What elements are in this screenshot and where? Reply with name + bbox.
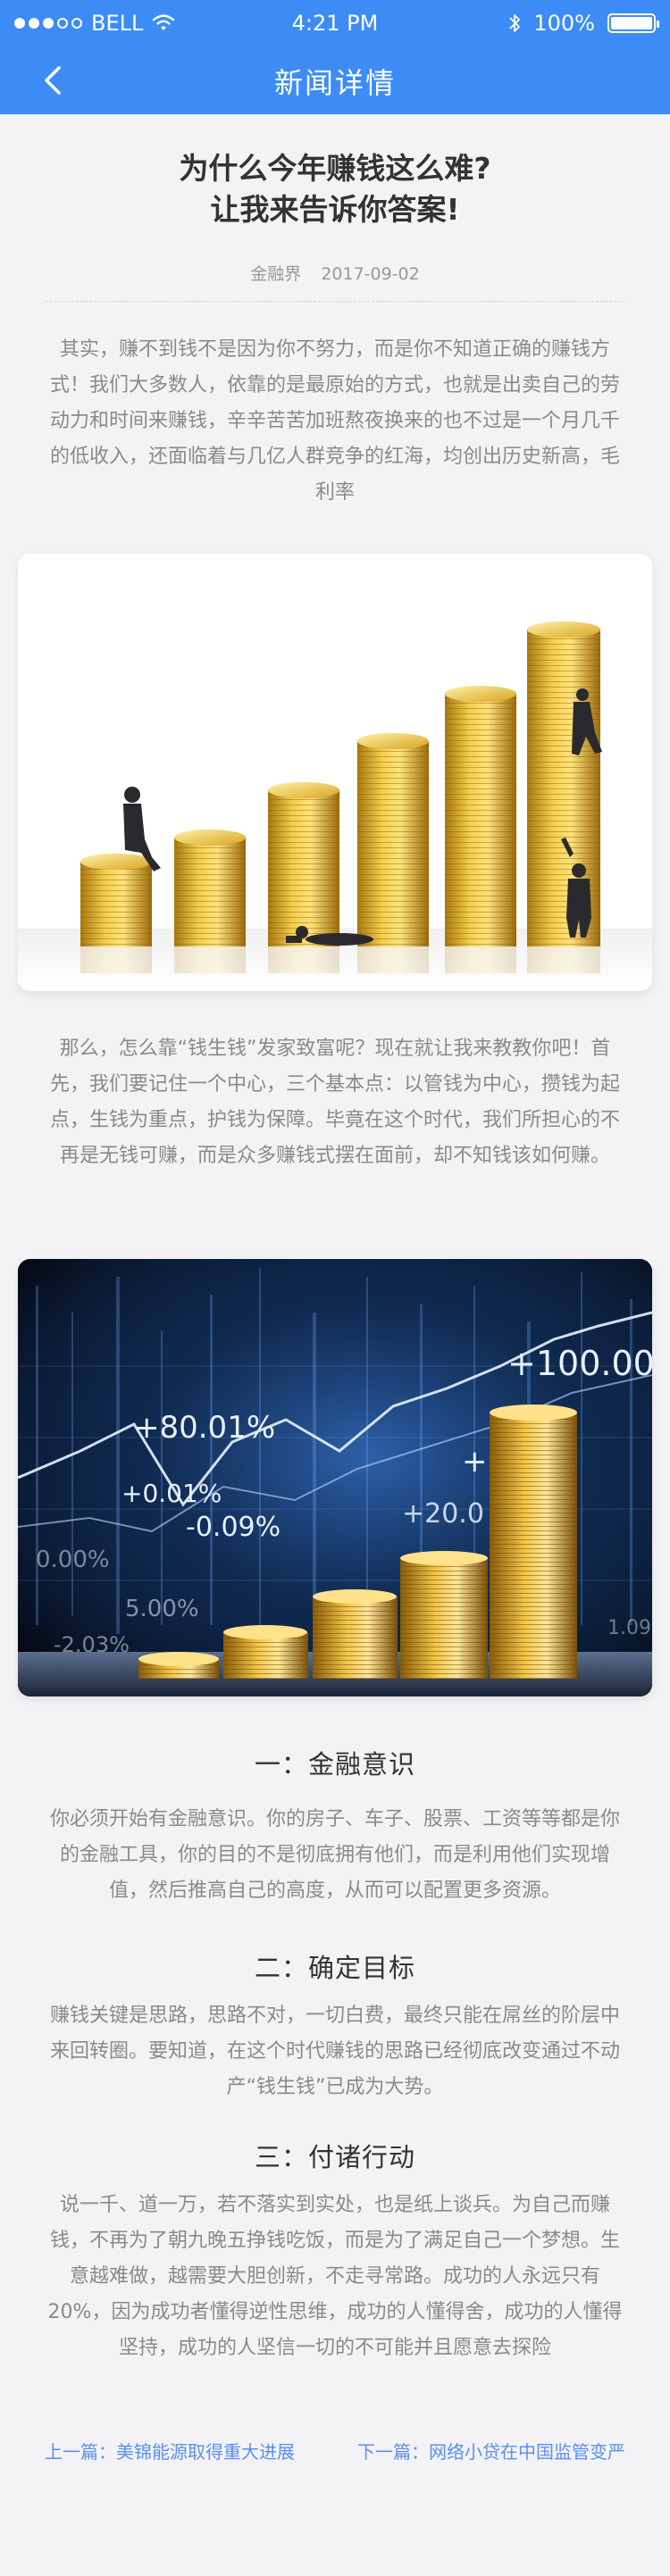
battery-icon — [607, 13, 659, 33]
article-meta: 金融界 2017-09-02 — [0, 261, 670, 285]
article-title: 为什么今年赚钱这么难? 让我来告诉你答案! — [0, 148, 670, 230]
chart-label: 1.09 — [607, 1617, 651, 1639]
chart-label: -0.09% — [186, 1512, 281, 1543]
finance-chart-coins-image: +100.00% +80.01% +5 +0.01% -0.09% +20.0 … — [18, 1259, 652, 1696]
article-title-line2: 让我来告诉你答案! — [210, 192, 460, 227]
bluetooth-icon — [509, 14, 521, 32]
section-title-1: 一：金融意识 — [254, 1749, 415, 1780]
article-title-line1: 为什么今年赚钱这么难? — [179, 151, 491, 186]
chart-label: +100.00% — [507, 1344, 652, 1383]
article-intro: 其实，赚不到钱不是因为你不努力，而是你不知道正确的赚钱方式！我们大多数人，依靠的… — [49, 338, 620, 504]
header: BELL 4:21 PM 100% 新闻详情 — [0, 0, 670, 114]
chart-label: 0.00% — [36, 1546, 110, 1573]
page-title: 新闻详情 — [273, 66, 396, 100]
chart-label: +0.01% — [121, 1479, 222, 1508]
article-source: 金融界 — [250, 264, 302, 284]
article-paragraph-2: 那么，怎么靠“钱生钱”发家致富呢？现在就让我来教教你吧！首先，我们要记住一个中心… — [49, 1038, 620, 1167]
status-right: 100% — [508, 11, 659, 36]
next-article-link[interactable]: 下一篇：网络小贷在中国监管变严 — [357, 2438, 625, 2463]
section-title-2: 二：确定目标 — [254, 1953, 415, 1983]
section-body-1: 你必须开始有金融意识。你的房子、车子、股票、工资等等都是你的金融工具，你的目的不… — [49, 1808, 620, 1902]
divider — [45, 301, 625, 302]
prev-article-link[interactable]: 上一篇：美锦能源取得重大进展 — [45, 2438, 295, 2463]
section-body-3: 说一千、道一万，若不落实到实处，也是纸上谈兵。为自己而赚钱，不再为了朝九晚五挣钱… — [47, 2194, 623, 2359]
chart-label: 5.00% — [125, 1596, 199, 1622]
article-date: 2017-09-02 — [321, 264, 420, 284]
battery-percent: 100% — [533, 11, 595, 36]
chart-label: +80.01% — [134, 1410, 275, 1446]
status-bar: BELL 4:21 PM 100% — [0, 0, 670, 46]
section-body-2: 赚钱关键是思路，思路不对，一切白费，最终只能在屌丝的阶层中来回转圈。要知道，在这… — [49, 2005, 620, 2098]
gold-coin-stacks-image — [18, 554, 652, 991]
chart-label: +20.0 — [402, 1498, 484, 1530]
nav-bar: 新闻详情 — [0, 46, 670, 114]
section-title-3: 三：付诸行动 — [254, 2142, 415, 2172]
article-pagination: 上一篇：美锦能源取得重大进展 下一篇：网络小贷在中国监管变严 — [45, 2438, 625, 2463]
